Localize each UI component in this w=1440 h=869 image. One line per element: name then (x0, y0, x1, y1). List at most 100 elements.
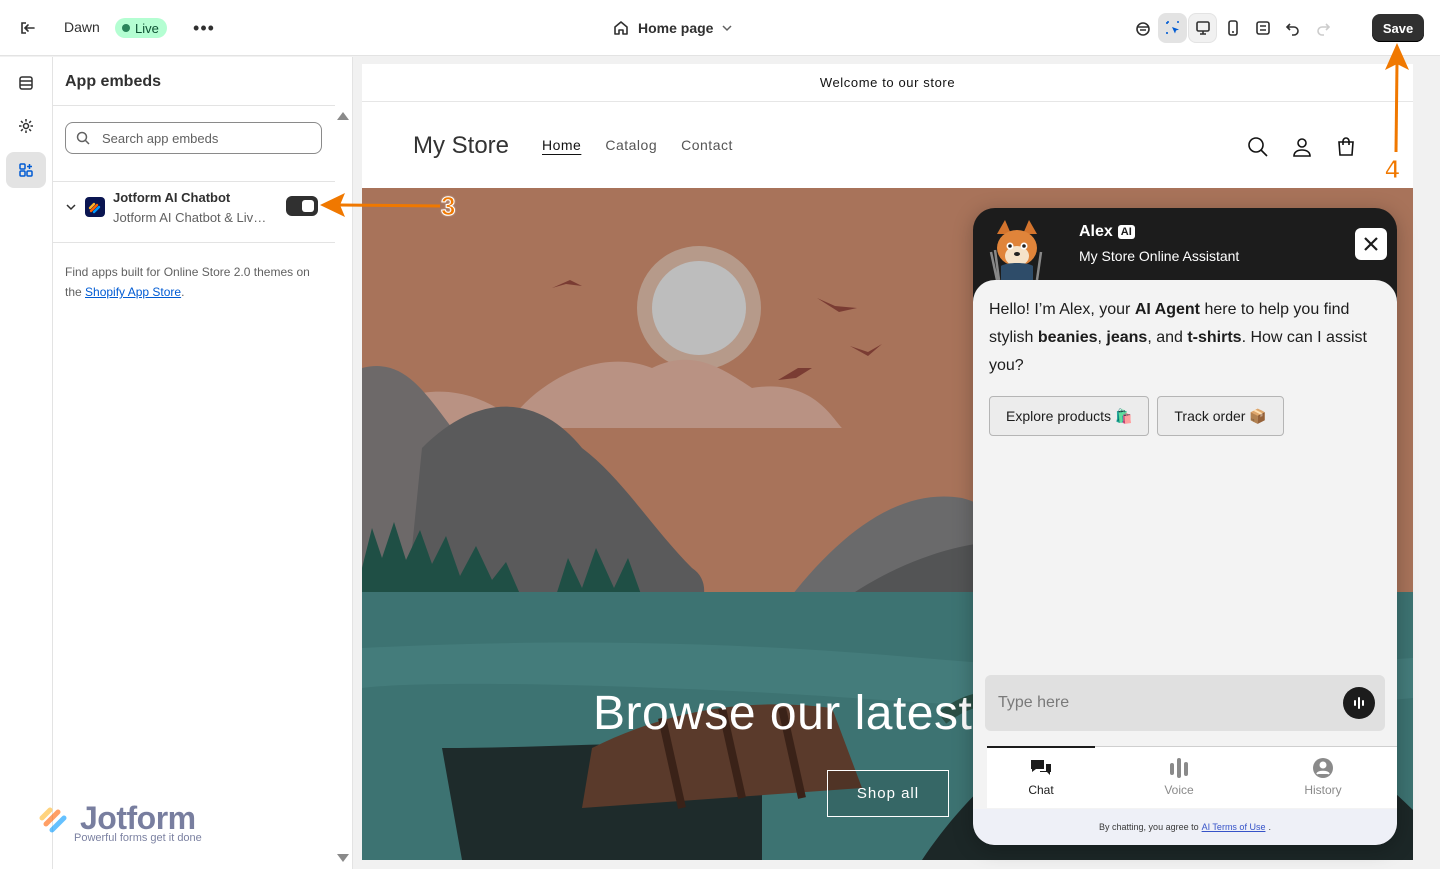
jotform-watermark: Jotform Powerful forms get it done (38, 800, 228, 850)
account-icon[interactable] (1290, 135, 1314, 159)
chat-footer: By chatting, you agree to AI Terms of Use… (973, 809, 1397, 845)
chat-widget: Alex AI My Store Online Assistant Hello! … (973, 208, 1397, 845)
footer-text: By chatting, you agree to (1099, 822, 1199, 832)
voice-icon (1170, 758, 1188, 778)
tab-voice-label: Voice (1164, 783, 1194, 797)
track-order-button[interactable]: Track order 📦 (1157, 396, 1284, 436)
jotform-brand-icon (39, 807, 67, 833)
search-icon[interactable] (1246, 135, 1270, 159)
tab-history[interactable]: History (1283, 757, 1363, 797)
chat-input-box[interactable] (985, 675, 1385, 731)
find-apps-text: Find apps built for Online Store 2.0 the… (65, 262, 325, 302)
scroll-down-icon[interactable] (337, 854, 349, 862)
app-embeds-panel: App embeds Jotform AI Chatbot Jotform AI… (53, 57, 353, 869)
msg-bold: beanies (1037, 329, 1098, 346)
annotation-step-4: 4 (1384, 154, 1400, 185)
cart-icon[interactable] (1334, 135, 1358, 159)
chat-tabs: Chat Voice History (987, 746, 1397, 808)
close-icon (1364, 237, 1378, 251)
store-header: My Store Home Catalog Contact (362, 103, 1413, 188)
hero-title: Browse our latest (593, 687, 973, 740)
tab-chat-label: Chat (1028, 783, 1054, 797)
scroll-up-icon[interactable] (337, 112, 349, 120)
find-apps-text-2: . (181, 285, 185, 299)
toolbar-icons (1128, 13, 1337, 43)
chat-body: Hello! I’m Alex, your AI Agent here to h… (973, 280, 1397, 845)
footer-end: . (1268, 822, 1271, 832)
explore-products-button[interactable]: Explore products 🛍️ (989, 396, 1150, 436)
msg-part: Hello! I’m Alex, your (989, 301, 1135, 318)
ai-badge: AI (1117, 225, 1135, 239)
editor-sidebar-rail (0, 57, 53, 869)
shop-all-button[interactable]: Shop all (827, 770, 949, 817)
tab-chat[interactable]: Chat (1001, 757, 1081, 797)
store-nav: Home Catalog Contact (542, 137, 733, 153)
agent-name-text: Alex (1079, 223, 1113, 240)
tab-history-label: History (1304, 783, 1342, 797)
inspector-icon[interactable] (1158, 13, 1187, 43)
home-icon (614, 21, 628, 35)
live-label: Live (135, 20, 159, 36)
tab-voice[interactable]: Voice (1139, 757, 1219, 797)
page-selector[interactable]: Home page (612, 17, 733, 39)
search-input[interactable] (102, 130, 292, 146)
annotation-step-3: 3 (440, 191, 456, 222)
undo-icon[interactable] (1278, 13, 1307, 43)
msg-bold: jeans (1106, 329, 1148, 346)
msg-bold: AI Agent (1134, 301, 1201, 318)
mobile-view-icon[interactable] (1218, 13, 1247, 43)
jotform-logo-icon (85, 197, 105, 217)
chat-input[interactable] (998, 694, 1328, 712)
sections-icon[interactable] (6, 65, 46, 101)
save-button[interactable]: Save (1372, 14, 1424, 42)
ai-terms-link[interactable]: AI Terms of Use (1202, 822, 1266, 832)
chat-message: Hello! I’m Alex, your AI Agent here to h… (989, 296, 1379, 380)
live-dot-icon (122, 24, 130, 32)
page-selector-label: Home page (638, 20, 714, 36)
app-embeds-icon[interactable] (6, 152, 46, 188)
app-subtitle: Jotform AI Chatbot & Live Chat (113, 210, 273, 225)
close-chat-button[interactable] (1355, 228, 1387, 260)
app-embed-toggle[interactable] (286, 196, 318, 216)
more-actions-button[interactable]: ••• (192, 16, 216, 40)
divider (53, 242, 335, 243)
panel-title: App embeds (65, 73, 162, 90)
jotform-tagline: Powerful forms get it done (74, 832, 202, 844)
voice-input-button[interactable] (1343, 687, 1375, 719)
nav-contact[interactable]: Contact (681, 137, 733, 153)
exit-icon[interactable] (16, 16, 40, 40)
history-icon (1313, 758, 1333, 778)
announcement-bar: Welcome to our store (362, 64, 1413, 102)
agent-avatar (989, 220, 1043, 282)
quick-replies: Explore products 🛍️ Track order 📦 (989, 396, 1284, 436)
chat-icon (1031, 760, 1051, 775)
chevron-down-icon (722, 25, 732, 32)
editor-topbar: Dawn Live ••• Home page Save (0, 0, 1440, 56)
nav-home[interactable]: Home (542, 137, 581, 153)
nav-catalog[interactable]: Catalog (605, 137, 657, 153)
sensei-icon[interactable] (1128, 13, 1157, 43)
search-field[interactable] (65, 122, 322, 154)
agent-name: Alex AI (1079, 223, 1135, 241)
search-icon (76, 131, 90, 145)
theme-name: Dawn (64, 19, 100, 35)
agent-role: My Store Online Assistant (1079, 248, 1240, 264)
live-badge: Live (115, 18, 167, 38)
toggle-knob (302, 200, 314, 212)
active-tab-indicator (987, 746, 1095, 748)
msg-part: , and (1147, 329, 1188, 346)
msg-bold: t-shirts (1187, 329, 1242, 346)
store-logo[interactable]: My Store (413, 132, 509, 160)
app-name: Jotform AI Chatbot (113, 190, 231, 205)
voice-wave-icon (1354, 697, 1364, 709)
fullscreen-icon[interactable] (1248, 13, 1277, 43)
shopify-app-store-link[interactable]: Shopify App Store (85, 285, 181, 299)
theme-settings-icon[interactable] (6, 108, 46, 144)
desktop-view-icon[interactable] (1188, 13, 1217, 43)
redo-icon[interactable] (1308, 13, 1337, 43)
divider (53, 105, 335, 106)
chevron-down-icon[interactable] (63, 199, 79, 215)
store-header-icons (1246, 135, 1358, 159)
chat-header: Alex AI My Store Online Assistant (973, 208, 1397, 283)
app-embed-row[interactable]: Jotform AI Chatbot Jotform AI Chatbot & … (53, 182, 335, 242)
